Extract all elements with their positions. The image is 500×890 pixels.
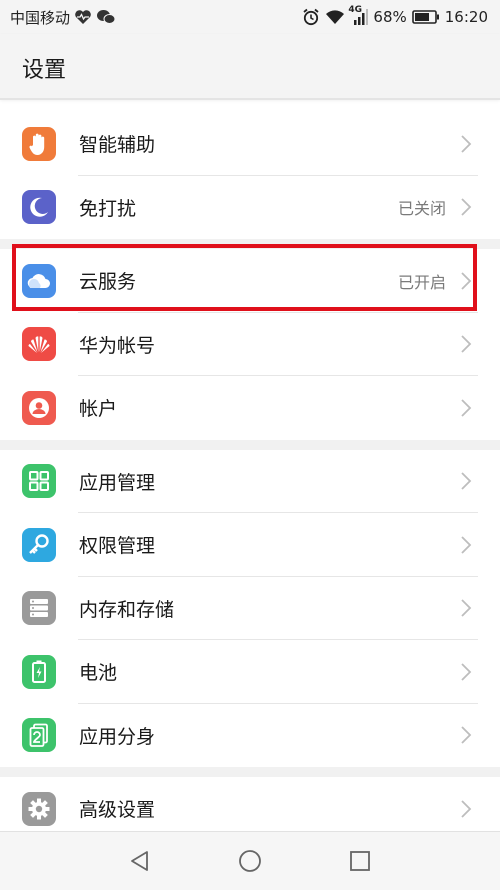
- settings-item-label: 帐户: [79, 398, 118, 421]
- settings-item-cloud-service[interactable]: 云服务 已开启: [0, 249, 500, 313]
- home-circle-icon: [239, 850, 261, 872]
- chevron-right-icon: [454, 533, 478, 557]
- back-button[interactable]: [85, 832, 195, 890]
- cloud-icon: [22, 263, 56, 298]
- chevron-right-icon: [454, 195, 478, 219]
- chevron-right-icon: [454, 332, 478, 356]
- section-divider: [0, 239, 500, 249]
- settings-item-label: 高级设置: [79, 799, 156, 822]
- wifi-icon: [325, 9, 345, 25]
- settings-item-label: 应用分身: [79, 725, 156, 748]
- user-icon: [22, 390, 56, 425]
- network-type: 4G: [348, 5, 363, 15]
- settings-item-do-not-disturb[interactable]: 免打扰 已关闭: [0, 175, 500, 239]
- chevron-right-icon: [454, 596, 478, 620]
- chevron-right-icon: [454, 396, 478, 420]
- wechat-icon: [96, 9, 116, 25]
- gear-icon: [22, 791, 56, 826]
- settings-item-label: 应用管理: [79, 471, 156, 494]
- chevron-right-icon: [454, 269, 478, 293]
- cloud-status-value: 已开启: [397, 272, 446, 292]
- settings-item-label: 智能辅助: [79, 134, 156, 157]
- navigation-bar: [0, 831, 500, 890]
- back-triangle-icon: [131, 851, 148, 871]
- battery-icon: [411, 10, 440, 24]
- settings-item-label: 电池: [79, 662, 118, 685]
- carrier-name: 中国移动: [10, 8, 71, 27]
- huawei-logo-icon: [22, 327, 56, 362]
- settings-item-label: 内存和存储: [79, 598, 175, 621]
- settings-item-label: 免打扰: [79, 197, 137, 220]
- chevron-right-icon: [454, 469, 478, 493]
- alarm-icon: [302, 8, 320, 26]
- apps-grid-icon: [22, 464, 56, 499]
- settings-item-label: 权限管理: [79, 535, 156, 558]
- settings-item-accounts[interactable]: 帐户: [0, 376, 500, 440]
- chevron-right-icon: [454, 132, 478, 156]
- key-icon: [22, 527, 56, 562]
- settings-item-label: 云服务: [79, 271, 137, 294]
- dnd-status-value: 已关闭: [397, 199, 446, 219]
- moon-icon: [22, 190, 56, 225]
- settings-item-battery[interactable]: 电池: [0, 640, 500, 704]
- chevron-right-icon: [454, 660, 478, 684]
- settings-item-app-manager[interactable]: 应用管理: [0, 449, 500, 513]
- settings-item-label: 华为帐号: [79, 334, 156, 357]
- recents-button[interactable]: [305, 832, 415, 890]
- settings-list: 智能辅助 免打扰 已关闭 云服务 已开启 华为帐号 帐户 应用管理 权限管理 内…: [0, 112, 500, 841]
- recents-square-icon: [350, 851, 370, 871]
- app-twin-icon: [22, 718, 56, 753]
- page-title: 设置: [22, 58, 67, 83]
- settings-item-smart-assist[interactable]: 智能辅助: [0, 112, 500, 176]
- heart-health-icon: [74, 9, 92, 25]
- section-divider: [0, 439, 500, 450]
- battery-charging-icon: [22, 654, 56, 689]
- clock-time: 16:20: [444, 8, 488, 26]
- chevron-right-icon: [454, 723, 478, 747]
- app-header: 设置: [0, 34, 500, 100]
- chevron-right-icon: [454, 797, 478, 821]
- settings-item-app-twin[interactable]: 应用分身: [0, 703, 500, 767]
- settings-item-huawei-account[interactable]: 华为帐号: [0, 312, 500, 376]
- signal-icon: 4G: [348, 5, 369, 25]
- storage-icon: [22, 591, 56, 626]
- settings-item-storage[interactable]: 内存和存储: [0, 576, 500, 640]
- hand-icon: [22, 126, 56, 161]
- battery-percentage: 68%: [373, 8, 407, 26]
- status-bar: 中国移动 4G 68% 16:20: [0, 0, 500, 34]
- section-divider: [0, 767, 500, 777]
- settings-item-permissions[interactable]: 权限管理: [0, 513, 500, 577]
- home-button[interactable]: [195, 832, 305, 890]
